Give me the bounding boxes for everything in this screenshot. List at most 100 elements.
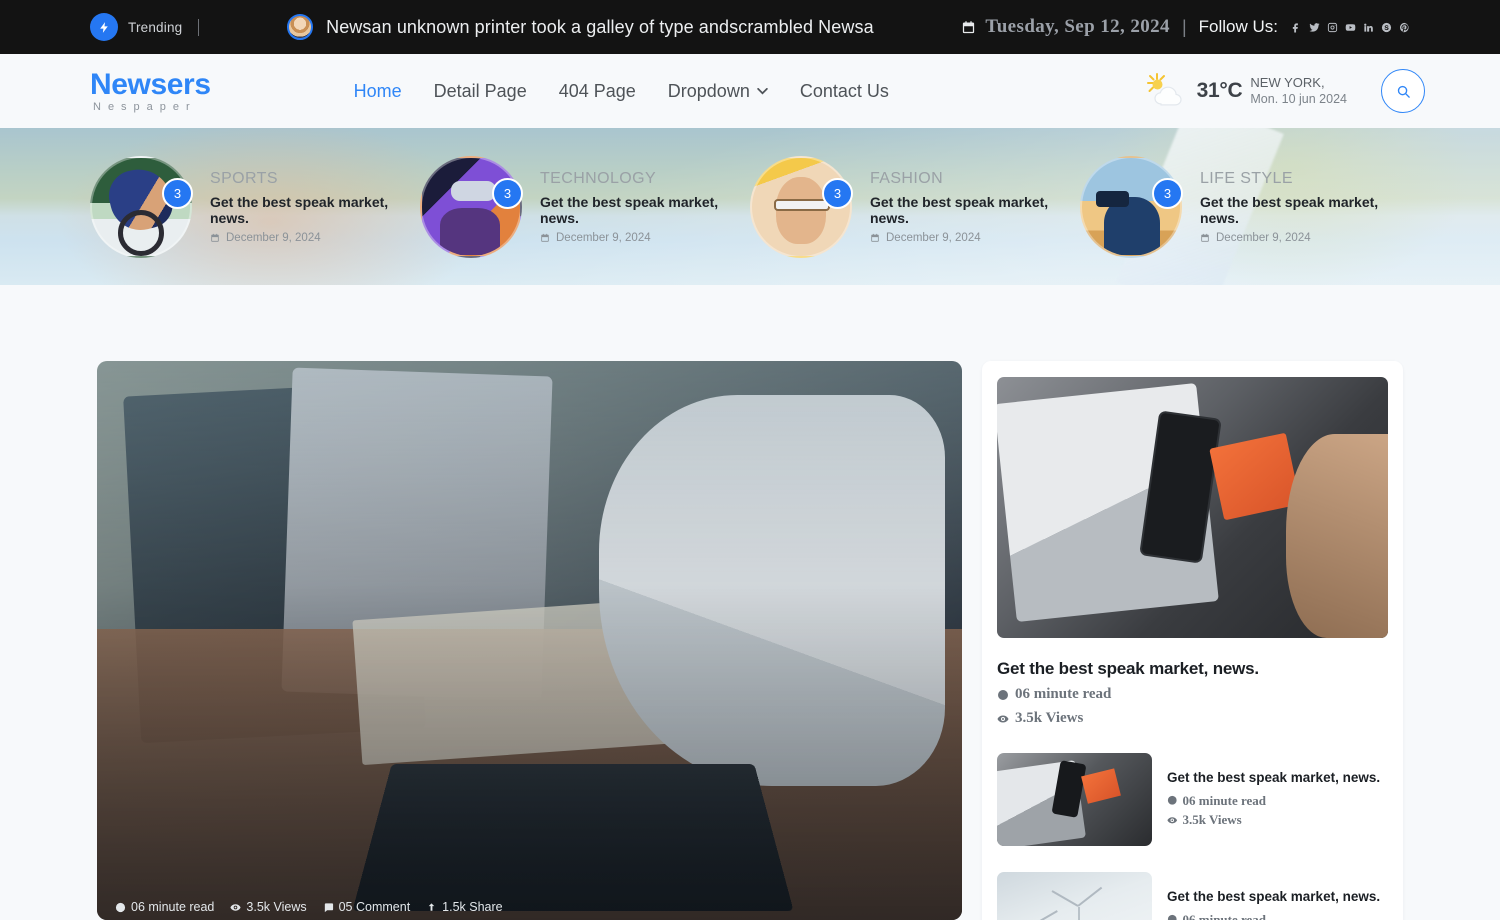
nav-item-home[interactable]: Home [354, 81, 402, 102]
instagram-icon[interactable] [1327, 22, 1338, 33]
sun-behind-cloud-icon [1143, 71, 1189, 111]
list-item-title[interactable]: Get the best speak market, news. [1167, 889, 1388, 904]
list-item-views-label: 3.5k Views [1182, 812, 1242, 827]
weather-date: Mon. 10 jun 2024 [1250, 92, 1347, 107]
pinterest-icon[interactable] [1399, 22, 1410, 33]
weather-location-block: NEW YORK, Mon. 10 jun 2024 [1250, 74, 1347, 108]
category-date: December 9, 2024 [226, 232, 321, 244]
list-item-title[interactable]: Get the best speak market, news. [1167, 770, 1388, 785]
linkedin-icon[interactable] [1363, 22, 1374, 33]
hero-views-label: 3.5k Views [246, 900, 307, 914]
category-text: SPORTS Get the best speak market, news. … [210, 169, 420, 244]
category-badge: 3 [1152, 177, 1183, 209]
calendar-icon [963, 20, 975, 33]
hero-overlay [97, 361, 962, 920]
category-date-row: December 9, 2024 [210, 232, 420, 244]
hero-read-time-label: 06 minute read [131, 900, 215, 914]
chevron-down-icon [757, 87, 768, 94]
category-card-sports[interactable]: 3 SPORTS Get the best speak market, news… [90, 155, 420, 258]
category-date: December 9, 2024 [886, 232, 981, 244]
hero-shares: 1.5k Share [426, 900, 503, 914]
category-badge: 3 [162, 177, 193, 209]
category-name: TECHNOLOGY [540, 170, 657, 187]
calendar-icon [211, 233, 219, 242]
ticker-headline[interactable]: Newsan unknown printer took a galley of … [326, 17, 874, 38]
hero-views: 3.5k Views [230, 900, 307, 914]
category-name: SPORTS [210, 170, 278, 187]
category-title[interactable]: Get the best speak market, news. [210, 194, 420, 226]
clock-icon [998, 689, 1008, 700]
facebook-icon[interactable] [1291, 22, 1302, 33]
list-item-body: Get the best speak market, news. 06 minu… [1167, 770, 1388, 830]
separator: | [1181, 16, 1187, 37]
sidebar-featured-read-time-label: 06 minute read [1015, 686, 1112, 702]
social-links [1291, 22, 1410, 33]
logo-subtitle: Nespaper [93, 100, 197, 113]
topbar-right: Tuesday, Sep 12, 2024 | Follow Us: [961, 16, 1410, 38]
calendar-icon [1201, 233, 1209, 242]
trending-block[interactable]: Trending [90, 13, 200, 41]
hero-comments: 05 Comment [323, 900, 411, 914]
trending-label: Trending [128, 19, 183, 35]
current-date: Tuesday, Sep 12, 2024 [985, 16, 1170, 37]
nav-item-contact-us[interactable]: Contact Us [800, 81, 889, 102]
category-date: December 9, 2024 [556, 232, 651, 244]
calendar-icon [541, 233, 549, 242]
nav-item-404-page[interactable]: 404 Page [559, 81, 636, 102]
category-title[interactable]: Get the best speak market, news. [870, 194, 1080, 226]
category-title[interactable]: Get the best speak market, news. [1200, 194, 1410, 226]
category-name: FASHION [870, 170, 944, 187]
sidebar-featured-read-time: 06 minute read [997, 686, 1388, 703]
list-item-read-time-label: 06 minute read [1182, 911, 1267, 920]
top-bar: Trending Newsan unknown printer took a g… [0, 0, 1500, 54]
sidebar-featured-views: 3.5k Views [997, 710, 1388, 727]
list-item-body: Get the best speak market, news. 06 minu… [1167, 889, 1388, 920]
search-icon [1397, 85, 1410, 98]
eye-icon [230, 903, 241, 911]
clock-icon [115, 902, 126, 912]
main-content: 06 minute read 3.5k Views 05 Comment 1.5… [0, 285, 1500, 920]
sidebar-featured-image[interactable] [997, 377, 1388, 638]
list-item[interactable]: Get the best speak market, news. 06 minu… [997, 872, 1388, 920]
category-card-life-style[interactable]: 3 LIFE STYLE Get the best speak market, … [1080, 155, 1410, 258]
category-name: LIFE STYLE [1200, 170, 1293, 187]
ticker-avatar [287, 14, 314, 40]
hero-comments-label: 05 Comment [338, 900, 411, 914]
list-item[interactable]: Get the best speak market, news. 06 minu… [997, 753, 1388, 846]
category-badge: 3 [822, 177, 853, 209]
category-date-row: December 9, 2024 [870, 232, 1080, 244]
category-card-technology[interactable]: 3 TECHNOLOGY Get the best speak market, … [420, 155, 750, 258]
nav-label: Contact Us [799, 80, 889, 101]
category-badge: 3 [492, 177, 523, 209]
category-date-row: December 9, 2024 [540, 232, 750, 244]
site-logo[interactable]: Newsers Nespaper [90, 69, 211, 113]
twitter-icon[interactable] [1309, 22, 1320, 33]
list-item-views: 3.5k Views [1167, 810, 1388, 830]
nav-menu: Home Detail Page 404 Page Dropdown Conta… [354, 81, 889, 102]
follow-us-label: Follow Us: [1198, 17, 1278, 36]
nav-label: 404 Page [558, 80, 636, 101]
hero-article[interactable]: 06 minute read 3.5k Views 05 Comment 1.5… [97, 361, 962, 920]
weather-temperature: 31°C [1196, 79, 1243, 102]
category-date-row: December 9, 2024 [1200, 232, 1410, 244]
comment-icon [324, 902, 333, 912]
trending-ticker[interactable]: Newsan unknown printer took a galley of … [199, 14, 961, 40]
nav-item-detail-page[interactable]: Detail Page [434, 81, 527, 102]
list-item-read-time-label: 06 minute read [1182, 792, 1267, 808]
navbar-right: 31°C NEW YORK, Mon. 10 jun 2024 [1143, 69, 1425, 113]
list-item-thumbnail [997, 753, 1152, 846]
main-navbar: Newsers Nespaper Home Detail Page 404 Pa… [0, 54, 1500, 128]
hero-meta-bar: 06 minute read 3.5k Views 05 Comment 1.5… [115, 900, 503, 914]
skype-icon[interactable] [1381, 22, 1392, 33]
category-text: LIFE STYLE Get the best speak market, ne… [1200, 169, 1410, 244]
clock-icon [1167, 795, 1177, 805]
category-card-fashion[interactable]: 3 FASHION Get the best speak market, new… [750, 155, 1080, 258]
youtube-icon[interactable] [1345, 22, 1356, 33]
sidebar-featured-title[interactable]: Get the best speak market, news. [997, 659, 1388, 679]
search-button[interactable] [1381, 69, 1425, 113]
nav-item-dropdown[interactable]: Dropdown [668, 81, 768, 102]
list-item-read-time: 06 minute read [1167, 910, 1388, 920]
hero-shares-label: 1.5k Share [442, 900, 503, 914]
calendar-icon [871, 233, 879, 242]
category-title[interactable]: Get the best speak market, news. [540, 194, 750, 226]
